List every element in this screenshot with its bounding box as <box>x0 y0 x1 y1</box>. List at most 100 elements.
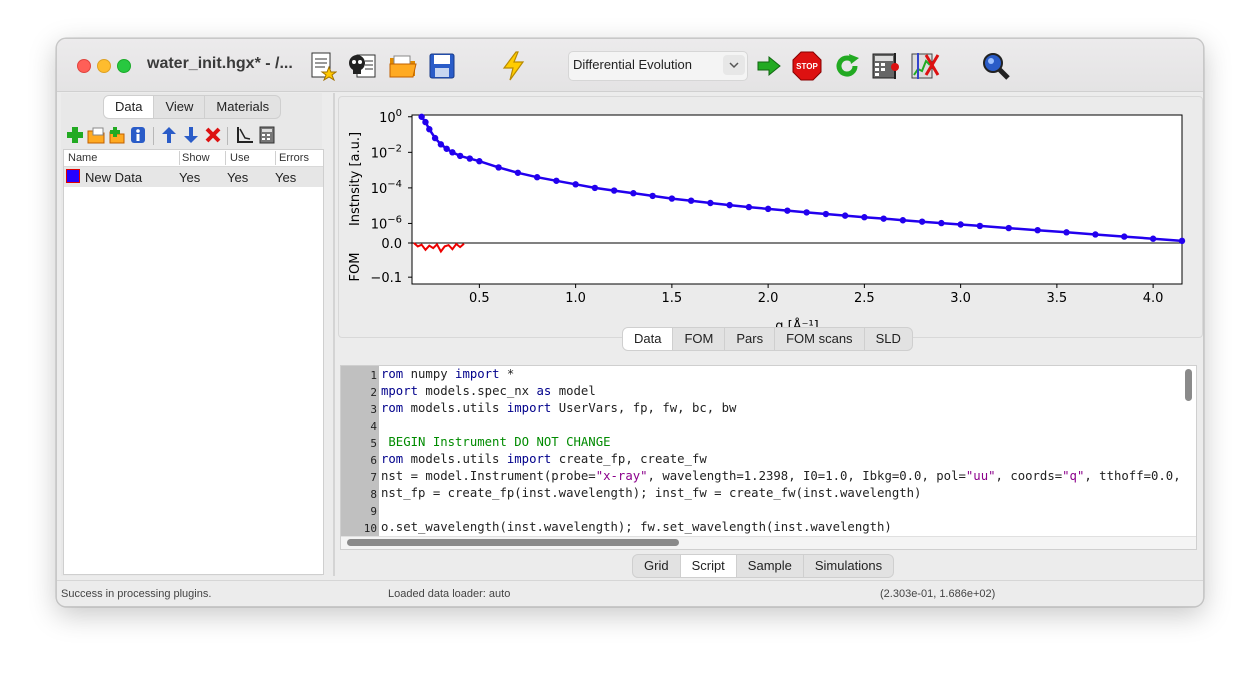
y-tick-label: 10−6 <box>371 214 402 232</box>
table-row[interactable]: New Data Yes Yes Yes <box>64 167 323 187</box>
reflectivity-plot[interactable]: 100 10−2 10−4 10−6 0.5 1.0 1.5 2.0 2.5 3.0 3.5 4.0… <box>339 97 1202 337</box>
data-toolbar <box>65 125 321 147</box>
tab-grid[interactable]: Grid <box>633 555 681 577</box>
move-up-icon[interactable] <box>159 125 179 145</box>
skull-icon[interactable] <box>346 50 378 82</box>
code-token: create_fp, create_fw <box>551 452 707 466</box>
column-errors[interactable]: Errors <box>279 152 309 164</box>
algorithm-select[interactable]: Differential Evolution <box>568 51 748 81</box>
y-tick-label: 100 <box>379 108 402 126</box>
zoom-window-button[interactable] <box>117 59 131 73</box>
x-tick-label: 2.5 <box>854 291 875 306</box>
data-color-swatch[interactable] <box>66 169 80 183</box>
tab-view[interactable]: View <box>154 96 206 118</box>
tab-sld[interactable]: SLD <box>865 328 912 350</box>
code-line[interactable]: rom models.utils import create_fp, creat… <box>381 452 707 466</box>
code-line[interactable]: o.set_wavelength(inst.wavelength); fw.se… <box>381 520 892 534</box>
line-number: 1 <box>370 369 377 382</box>
horizontal-splitter[interactable] <box>338 351 1198 359</box>
data-show-cell[interactable]: Yes <box>179 170 200 185</box>
x-tick-label: 3.0 <box>950 291 971 306</box>
code-token: mport <box>381 384 419 398</box>
code-token: UserVars, fp, fw, bc, bw <box>551 401 737 415</box>
code-token: rom <box>381 367 404 381</box>
code-line[interactable]: rom numpy import * <box>381 367 514 381</box>
lightning-icon[interactable] <box>498 50 530 82</box>
column-divider <box>225 151 226 165</box>
status-coordinates: (2.303e-01, 1.686e+02) <box>880 588 996 600</box>
y-axis-label: Instnsity [a.u.] <box>348 132 363 226</box>
code-line[interactable]: mport models.spec_nx as model <box>381 384 596 398</box>
fom-tick-label: 0.0 <box>381 237 402 252</box>
move-down-icon[interactable] <box>181 125 201 145</box>
code-token: import <box>506 401 552 415</box>
tab-fom-scans[interactable]: FOM scans <box>775 328 865 350</box>
horizontal-scrollbar[interactable] <box>347 539 679 546</box>
tab-simulations[interactable]: Simulations <box>804 555 893 577</box>
code-line[interactable]: nst = model.Instrument(probe="x-ray", wa… <box>381 469 1179 483</box>
code-token: BEGIN Instrument DO NOT CHANGE <box>381 435 611 449</box>
line-number: 6 <box>370 454 377 467</box>
import-data-icon[interactable] <box>86 125 106 145</box>
code-token: models.utils <box>403 401 507 415</box>
line-number: 4 <box>370 420 377 433</box>
toolbar-separator <box>227 127 228 145</box>
line-number: 5 <box>370 437 377 450</box>
stop-icon[interactable]: STOP <box>791 50 823 82</box>
script-editor[interactable]: 1 2 3 4 5 6 7 8 9 10 rom numpy import * mport mode… <box>340 365 1197 550</box>
tab-sample[interactable]: Sample <box>737 555 804 577</box>
tab-materials[interactable]: Materials <box>205 96 280 118</box>
plot-settings-icon[interactable] <box>235 125 255 145</box>
code-token: nst = model.Instrument(probe= <box>381 469 596 483</box>
code-token: "x-ray" <box>595 469 648 483</box>
start-fit-arrow-icon[interactable] <box>753 50 785 82</box>
line-number-gutter: 1 2 3 4 5 6 7 8 9 10 <box>341 366 379 536</box>
x-tick-label: 3.5 <box>1047 291 1068 306</box>
horizontal-scroll-track <box>341 536 1196 549</box>
zoom-icon[interactable] <box>980 50 1012 82</box>
code-token: rom <box>381 401 404 415</box>
column-use[interactable]: Use <box>230 152 250 164</box>
code-area[interactable]: rom numpy import * mport models.spec_nx a… <box>379 366 1179 536</box>
tab-fom[interactable]: FOM <box>673 328 726 350</box>
app-window: water_init.hgx* - /... Differential Evol… <box>56 38 1204 607</box>
code-token: , wavelength=1.2398, I0=1.0, Ibkg=0.0, p… <box>647 469 966 483</box>
left-tab-bar: Data View Materials <box>103 95 282 119</box>
data-use-cell[interactable]: Yes <box>227 170 248 185</box>
column-name[interactable]: Name <box>68 152 97 164</box>
tab-pars[interactable]: Pars <box>725 328 776 350</box>
code-token: "uu" <box>965 469 996 483</box>
bottom-tab-bar: Grid Script Sample Simulations <box>632 554 895 578</box>
delete-data-icon[interactable] <box>203 125 223 145</box>
x-tick-label: 2.0 <box>758 291 779 306</box>
add-data-icon[interactable] <box>65 125 85 145</box>
x-tick-label: 4.0 <box>1143 291 1164 306</box>
save-disk-icon[interactable] <box>426 50 458 82</box>
code-line[interactable]: BEGIN Instrument DO NOT CHANGE <box>381 435 611 449</box>
code-token: model <box>551 384 596 398</box>
calc-data-icon[interactable] <box>107 125 127 145</box>
restart-icon[interactable] <box>831 50 863 82</box>
close-window-button[interactable] <box>77 59 91 73</box>
code-token: , tthoff=0.0, in <box>1084 469 1179 483</box>
vertical-splitter[interactable] <box>333 93 335 576</box>
data-errors-cell[interactable]: Yes <box>275 170 296 185</box>
calculator-small-icon[interactable] <box>257 125 277 145</box>
code-token: * <box>499 367 515 381</box>
column-show[interactable]: Show <box>182 152 210 164</box>
new-model-icon[interactable] <box>307 50 339 82</box>
minimize-window-button[interactable] <box>97 59 111 73</box>
y-tick-label: 10−4 <box>371 179 402 197</box>
open-folder-icon[interactable] <box>387 50 419 82</box>
vertical-scrollbar[interactable] <box>1185 369 1192 401</box>
window-title: water_init.hgx* - /... <box>147 55 293 72</box>
fit-errors-icon[interactable] <box>910 50 942 82</box>
code-line[interactable]: rom models.utils import UserVars, fp, fw… <box>381 401 736 415</box>
data-info-icon[interactable] <box>128 125 148 145</box>
code-line[interactable]: nst_fp = create_fp(inst.wavelength); ins… <box>381 486 921 500</box>
x-tick-label: 1.0 <box>565 291 586 306</box>
tab-script[interactable]: Script <box>680 555 737 577</box>
tab-data[interactable]: Data <box>104 96 155 118</box>
tab-plot-data[interactable]: Data <box>623 328 674 350</box>
calculator-icon[interactable] <box>871 50 903 82</box>
